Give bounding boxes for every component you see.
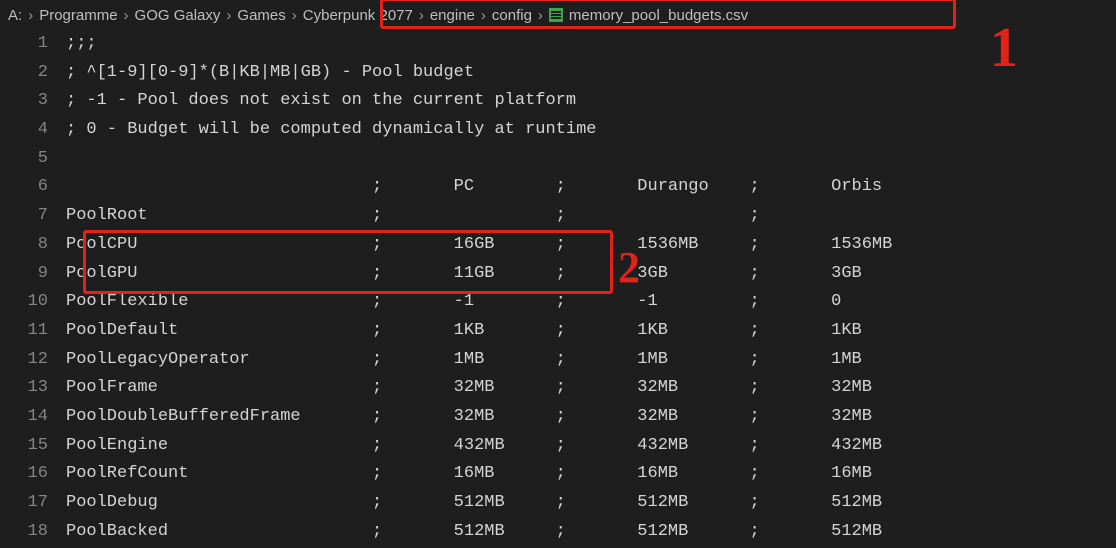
code-line[interactable]: PoolRefCount ; 16MB ; 16MB ; 16MB bbox=[66, 460, 1116, 489]
line-number: 9 bbox=[0, 260, 48, 289]
csv-file-icon bbox=[549, 8, 563, 22]
line-number: 17 bbox=[0, 489, 48, 518]
code-line[interactable]: PoolBacked ; 512MB ; 512MB ; 512MB bbox=[66, 518, 1116, 547]
line-number: 16 bbox=[0, 460, 48, 489]
breadcrumb-segment[interactable]: Cyberpunk 2077 bbox=[303, 7, 413, 24]
chevron-right-icon: › bbox=[28, 7, 33, 24]
breadcrumb-filename: memory_pool_budgets.csv bbox=[569, 7, 748, 24]
line-number: 7 bbox=[0, 202, 48, 231]
code-line[interactable]: PoolLegacyOperator ; 1MB ; 1MB ; 1MB bbox=[66, 346, 1116, 375]
breadcrumb[interactable]: A: › Programme › GOG Galaxy › Games › Cyberpunk … bbox=[0, 0, 1116, 30]
code-line[interactable]: ; ^[1-9][0-9]*(B|KB|MB|GB) - Pool budget bbox=[66, 59, 1116, 88]
code-line[interactable]: ;;; bbox=[66, 30, 1116, 59]
code-line[interactable]: PoolCPU ; 16GB ; 1536MB ; 1536MB bbox=[66, 231, 1116, 260]
breadcrumb-file[interactable]: memory_pool_budgets.csv bbox=[549, 7, 748, 24]
breadcrumb-drive[interactable]: A: bbox=[8, 7, 22, 24]
code-content[interactable]: ;;;; ^[1-9][0-9]*(B|KB|MB|GB) - Pool bud… bbox=[66, 30, 1116, 546]
code-line[interactable]: PoolDoubleBufferedFrame ; 32MB ; 32MB ; … bbox=[66, 403, 1116, 432]
chevron-right-icon: › bbox=[419, 7, 424, 24]
chevron-right-icon: › bbox=[292, 7, 297, 24]
line-number: 5 bbox=[0, 145, 48, 174]
code-line[interactable]: PoolRoot ; ; ; bbox=[66, 202, 1116, 231]
line-number-gutter: 123456789101112131415161718 bbox=[0, 30, 66, 546]
code-line[interactable]: PoolFrame ; 32MB ; 32MB ; 32MB bbox=[66, 374, 1116, 403]
line-number: 12 bbox=[0, 346, 48, 375]
code-line[interactable]: ; PC ; Durango ; Orbis bbox=[66, 173, 1116, 202]
line-number: 8 bbox=[0, 231, 48, 260]
chevron-right-icon: › bbox=[226, 7, 231, 24]
line-number: 14 bbox=[0, 403, 48, 432]
code-line[interactable]: PoolFlexible ; -1 ; -1 ; 0 bbox=[66, 288, 1116, 317]
chevron-right-icon: › bbox=[124, 7, 129, 24]
code-line[interactable]: PoolDebug ; 512MB ; 512MB ; 512MB bbox=[66, 489, 1116, 518]
line-number: 15 bbox=[0, 432, 48, 461]
breadcrumb-segment[interactable]: GOG Galaxy bbox=[135, 7, 221, 24]
line-number: 18 bbox=[0, 518, 48, 547]
line-number: 3 bbox=[0, 87, 48, 116]
breadcrumb-segment[interactable]: config bbox=[492, 7, 532, 24]
line-number: 1 bbox=[0, 30, 48, 59]
line-number: 6 bbox=[0, 173, 48, 202]
code-line[interactable]: PoolEngine ; 432MB ; 432MB ; 432MB bbox=[66, 432, 1116, 461]
code-line[interactable] bbox=[66, 145, 1116, 174]
line-number: 2 bbox=[0, 59, 48, 88]
chevron-right-icon: › bbox=[481, 7, 486, 24]
code-line[interactable]: ; 0 - Budget will be computed dynamicall… bbox=[66, 116, 1116, 145]
code-line[interactable]: PoolGPU ; 11GB ; 3GB ; 3GB bbox=[66, 260, 1116, 289]
chevron-right-icon: › bbox=[538, 7, 543, 24]
line-number: 10 bbox=[0, 288, 48, 317]
line-number: 4 bbox=[0, 116, 48, 145]
code-editor[interactable]: 123456789101112131415161718 ;;;; ^[1-9][… bbox=[0, 30, 1116, 546]
line-number: 11 bbox=[0, 317, 48, 346]
breadcrumb-segment[interactable]: engine bbox=[430, 7, 475, 24]
line-number: 13 bbox=[0, 374, 48, 403]
breadcrumb-segment[interactable]: Games bbox=[237, 7, 285, 24]
code-line[interactable]: PoolDefault ; 1KB ; 1KB ; 1KB bbox=[66, 317, 1116, 346]
breadcrumb-segment[interactable]: Programme bbox=[39, 7, 117, 24]
code-line[interactable]: ; -1 - Pool does not exist on the curren… bbox=[66, 87, 1116, 116]
